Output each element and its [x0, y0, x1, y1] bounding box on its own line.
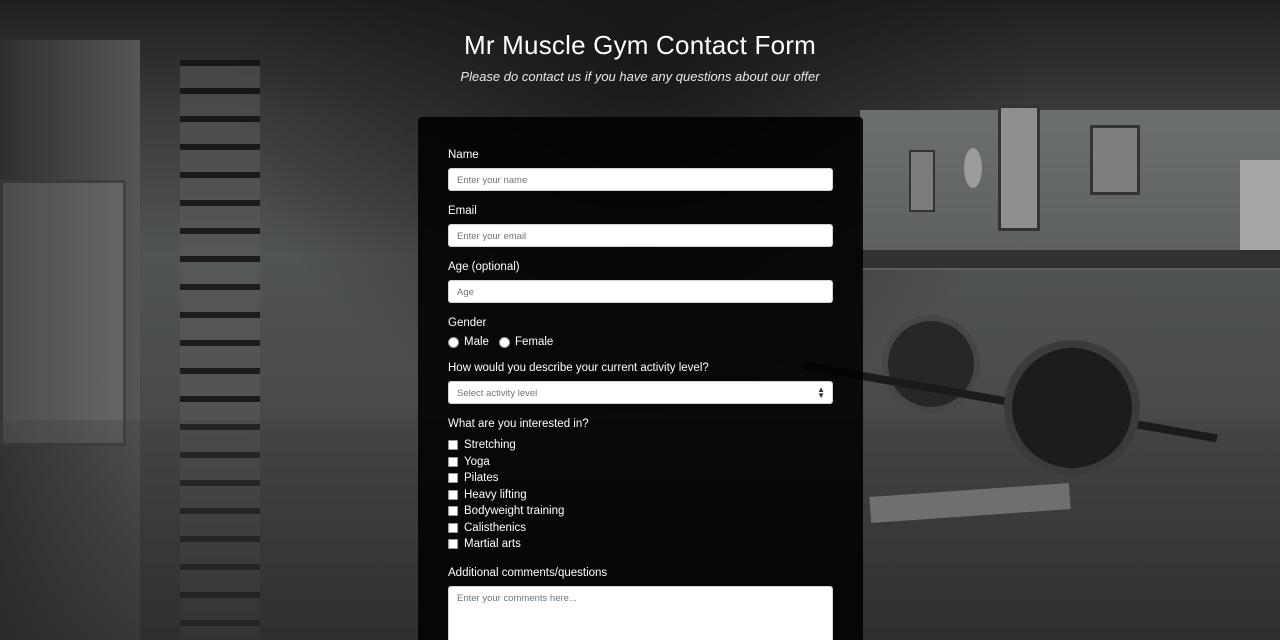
activity-group: How would you describe your current acti…: [448, 362, 833, 404]
gender-option-female[interactable]: Female: [498, 336, 554, 348]
interest-martial-arts[interactable]: Martial arts: [448, 536, 833, 553]
pilates-label: Pilates: [464, 472, 499, 485]
interest-calisthenics[interactable]: Calisthenics: [448, 520, 833, 537]
interest-pilates[interactable]: Pilates: [448, 470, 833, 487]
interest-bodyweight-training[interactable]: Bodyweight training: [448, 503, 833, 520]
page-title: Mr Muscle Gym Contact Form: [464, 30, 816, 60]
female-radio-label: Female: [514, 336, 554, 348]
email-label: Email: [448, 205, 477, 217]
email-input[interactable]: Enter your email: [448, 224, 833, 247]
name-group: Name Enter your name: [448, 149, 833, 191]
email-group: Email Enter your email: [448, 205, 833, 247]
male-radio[interactable]: [448, 336, 459, 348]
page-header: Mr Muscle Gym Contact Form Please do con…: [0, 30, 1280, 84]
name-label: Name: [448, 149, 479, 161]
yoga-checkbox[interactable]: [448, 456, 458, 467]
bodyweight-training-checkbox[interactable]: [448, 506, 458, 517]
activity-label: How would you describe your current acti…: [448, 362, 709, 374]
gender-group: Gender Male Female: [448, 317, 833, 348]
stretching-checkbox[interactable]: [448, 440, 458, 451]
comments-textarea[interactable]: Enter your comments here...: [448, 585, 833, 640]
gender-label: Gender: [448, 317, 487, 329]
activity-select[interactable]: Select activity level ▲ ▼: [448, 381, 833, 404]
age-input[interactable]: Age: [448, 280, 833, 303]
activity-select-value: Select activity level: [457, 388, 538, 399]
comments-group: Additional comments/questions Enter your…: [448, 567, 833, 640]
calisthenics-checkbox[interactable]: [448, 522, 458, 533]
calisthenics-label: Calisthenics: [464, 521, 526, 534]
page-subtitle: Please do contact us if you have any que…: [460, 69, 820, 84]
stretching-label: Stretching: [464, 439, 516, 452]
martial-arts-label: Martial arts: [464, 538, 521, 551]
age-label: Age (optional): [448, 261, 520, 273]
age-group: Age (optional) Age: [448, 261, 833, 303]
gender-option-male[interactable]: Male: [448, 336, 489, 348]
contact-form: Name Enter your name Email Enter your em…: [418, 117, 863, 640]
heavy-lifting-checkbox[interactable]: [448, 489, 458, 500]
comments-label: Additional comments/questions: [448, 566, 608, 579]
interests-label: What are you interested in?: [448, 418, 589, 430]
select-arrows-icon: ▲ ▼: [817, 385, 825, 400]
name-input[interactable]: Enter your name: [448, 168, 833, 191]
yoga-label: Yoga: [464, 455, 490, 468]
pilates-checkbox[interactable]: [448, 473, 458, 484]
heavy-lifting-label: Heavy lifting: [464, 488, 527, 501]
interest-yoga[interactable]: Yoga: [448, 454, 833, 471]
interest-stretching[interactable]: Stretching: [448, 437, 833, 454]
interest-heavy-lifting[interactable]: Heavy lifting: [448, 487, 833, 504]
martial-arts-checkbox[interactable]: [448, 539, 458, 550]
male-radio-label: Male: [464, 336, 489, 348]
bodyweight-training-label: Bodyweight training: [464, 505, 565, 518]
interests-group: What are you interested in? Stretching Y…: [448, 418, 833, 553]
female-radio[interactable]: [498, 336, 510, 348]
